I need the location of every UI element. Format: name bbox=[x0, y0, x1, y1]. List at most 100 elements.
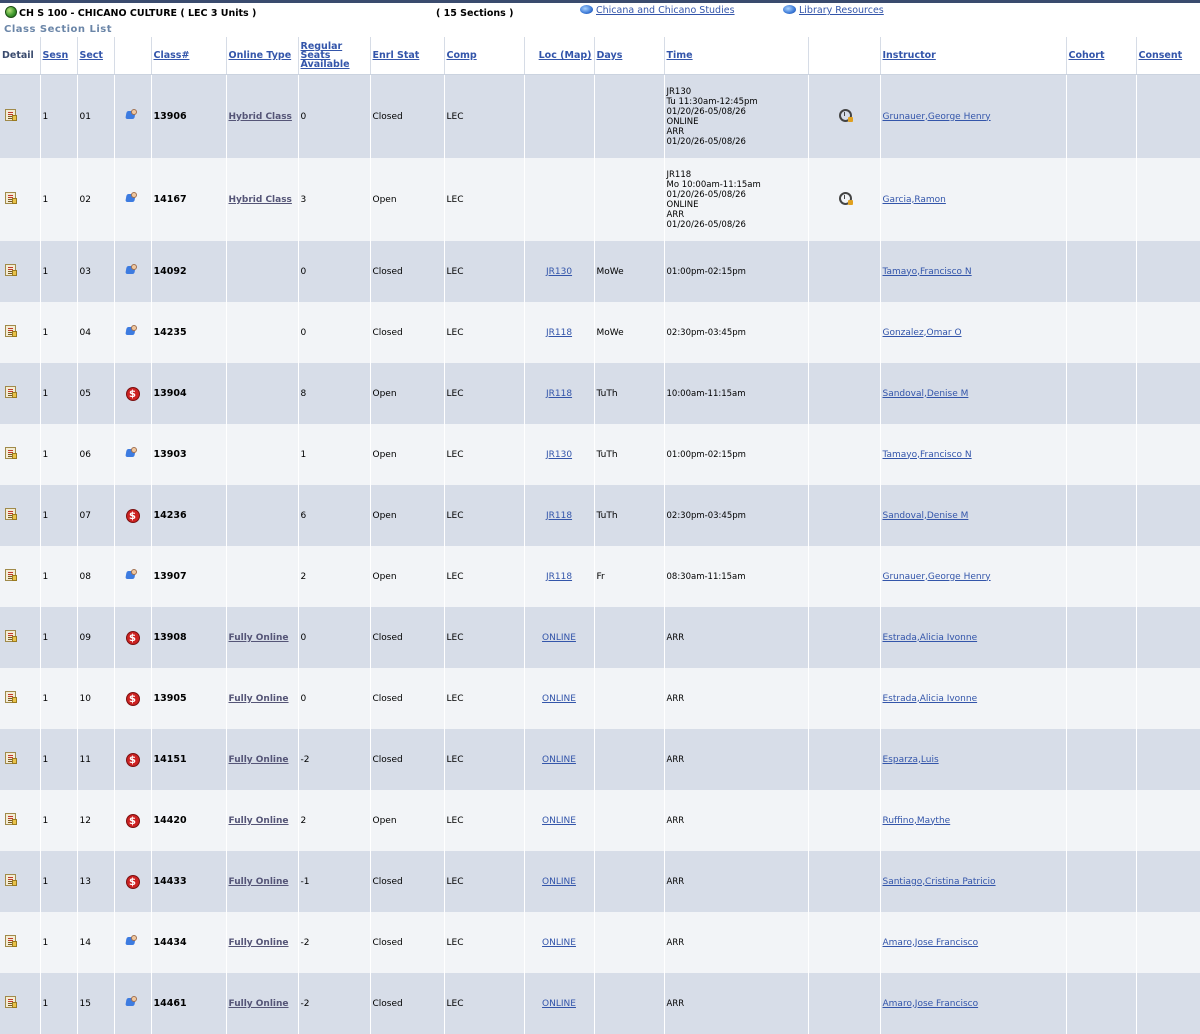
class-detail-icon[interactable] bbox=[5, 996, 17, 1008]
location-map-link[interactable]: ONLINE bbox=[542, 877, 576, 887]
class-detail-icon[interactable] bbox=[5, 691, 17, 703]
online-type-link[interactable]: Fully Online bbox=[229, 755, 289, 765]
location-map-link[interactable]: JR118 bbox=[546, 389, 572, 399]
detail-cell[interactable] bbox=[0, 790, 41, 851]
location-map-link[interactable]: JR130 bbox=[546, 450, 572, 460]
col-time-header[interactable]: Time bbox=[664, 37, 809, 75]
location-map-link[interactable]: ONLINE bbox=[542, 633, 576, 643]
sort-time-link[interactable]: Time bbox=[667, 50, 693, 61]
detail-cell[interactable] bbox=[0, 74, 41, 158]
instructor-link[interactable]: Amaro,Jose Francisco bbox=[883, 938, 979, 948]
online-type-link[interactable]: Hybrid Class bbox=[229, 112, 292, 122]
detail-cell[interactable] bbox=[0, 729, 41, 790]
instructor-link[interactable]: Sandoval,Denise M bbox=[883, 389, 969, 399]
sort-days-link[interactable]: Days bbox=[597, 50, 623, 61]
class-detail-icon[interactable] bbox=[5, 569, 17, 581]
table-row: 1 12 $14420 Fully Online 2 Open LEC ONLINE ARR Ru… bbox=[0, 790, 1200, 851]
detail-cell[interactable] bbox=[0, 546, 41, 607]
col-online-type-header[interactable]: Online Type bbox=[226, 37, 299, 75]
col-enrl-stat-header[interactable]: Enrl Stat bbox=[370, 37, 445, 75]
class-detail-icon[interactable] bbox=[5, 508, 17, 520]
detail-cell[interactable] bbox=[0, 607, 41, 668]
detail-cell[interactable] bbox=[0, 302, 41, 363]
location-map-link[interactable]: ONLINE bbox=[542, 694, 576, 704]
sort-seats-link[interactable]: Regular Seats Available bbox=[301, 41, 350, 70]
instructor-link[interactable]: Estrada,Alicia Ivonne bbox=[883, 633, 978, 643]
instructor-link[interactable]: Ruffino,Maythe bbox=[883, 816, 951, 826]
class-detail-icon[interactable] bbox=[5, 109, 17, 121]
sort-cohort-link[interactable]: Cohort bbox=[1069, 50, 1105, 61]
instructor-link[interactable]: Estrada,Alicia Ivonne bbox=[883, 694, 978, 704]
col-seats-header[interactable]: Regular Seats Available bbox=[298, 37, 371, 75]
class-detail-icon[interactable] bbox=[5, 874, 17, 886]
seats-cell: 1 bbox=[298, 424, 371, 485]
col-days-header[interactable]: Days bbox=[594, 37, 665, 75]
instructor-link[interactable]: Santiago,Cristina Patricio bbox=[883, 877, 996, 887]
cohort-cell bbox=[1066, 74, 1137, 158]
class-detail-icon[interactable] bbox=[5, 386, 17, 398]
comp-cell: LEC bbox=[444, 424, 525, 485]
class-detail-icon[interactable] bbox=[5, 935, 17, 947]
sort-online-type-link[interactable]: Online Type bbox=[229, 50, 292, 61]
detail-cell[interactable] bbox=[0, 241, 41, 302]
col-consent-header[interactable]: Consent bbox=[1136, 37, 1200, 75]
class-detail-icon[interactable] bbox=[5, 325, 17, 337]
sort-sesn-link[interactable]: Sesn bbox=[43, 50, 69, 61]
detail-cell[interactable] bbox=[0, 668, 41, 729]
col-classnum-header[interactable]: Class# bbox=[151, 37, 227, 75]
online-type-link[interactable]: Fully Online bbox=[229, 938, 289, 948]
location-map-link[interactable]: JR130 bbox=[546, 267, 572, 277]
instructor-link[interactable]: Sandoval,Denise M bbox=[883, 511, 969, 521]
col-sesn-header[interactable]: Sesn bbox=[40, 37, 78, 75]
sort-classnum-link[interactable]: Class# bbox=[154, 50, 190, 61]
col-loc-header[interactable]: Loc (Map) bbox=[524, 37, 595, 75]
class-detail-icon[interactable] bbox=[5, 752, 17, 764]
instructor-link[interactable]: Grunauer,George Henry bbox=[883, 112, 991, 122]
online-type-link[interactable]: Hybrid Class bbox=[229, 195, 292, 205]
col-sect-header[interactable]: Sect bbox=[77, 37, 115, 75]
location-map-link[interactable]: JR118 bbox=[546, 572, 572, 582]
online-type-link[interactable]: Fully Online bbox=[229, 633, 289, 643]
instructor-link[interactable]: Gonzalez,Omar O bbox=[883, 328, 962, 338]
sort-loc-link[interactable]: Loc (Map) bbox=[539, 50, 592, 61]
instructor-link[interactable]: Amaro,Jose Francisco bbox=[883, 999, 979, 1009]
instructor-link[interactable]: Tamayo,Francisco N bbox=[883, 450, 972, 460]
location-map-link[interactable]: ONLINE bbox=[542, 938, 576, 948]
col-instructor-header[interactable]: Instructor bbox=[880, 37, 1067, 75]
detail-cell[interactable] bbox=[0, 424, 41, 485]
class-detail-icon[interactable] bbox=[5, 630, 17, 642]
chicana-studies-link[interactable]: Chicana and Chicano Studies bbox=[580, 5, 735, 16]
sort-comp-link[interactable]: Comp bbox=[447, 50, 477, 61]
sort-sect-link[interactable]: Sect bbox=[80, 50, 103, 61]
col-comp-header[interactable]: Comp bbox=[444, 37, 525, 75]
instructor-link[interactable]: Tamayo,Francisco N bbox=[883, 267, 972, 277]
online-type-link[interactable]: Fully Online bbox=[229, 816, 289, 826]
instructor-link[interactable]: Garcia,Ramon bbox=[883, 195, 946, 205]
online-type-link[interactable]: Fully Online bbox=[229, 877, 289, 887]
online-type-link[interactable]: Fully Online bbox=[229, 694, 289, 704]
instructor-link[interactable]: Esparza,Luis bbox=[883, 755, 939, 765]
detail-cell[interactable] bbox=[0, 973, 41, 1034]
location-map-link[interactable]: ONLINE bbox=[542, 755, 576, 765]
sort-instructor-link[interactable]: Instructor bbox=[883, 50, 936, 61]
online-type-link[interactable]: Fully Online bbox=[229, 999, 289, 1009]
detail-cell[interactable] bbox=[0, 485, 41, 546]
sort-consent-link[interactable]: Consent bbox=[1139, 50, 1183, 61]
col-cohort-header[interactable]: Cohort bbox=[1066, 37, 1137, 75]
detail-cell[interactable] bbox=[0, 912, 41, 973]
location-map-link[interactable]: JR118 bbox=[546, 511, 572, 521]
sort-enrl-stat-link[interactable]: Enrl Stat bbox=[373, 50, 420, 61]
class-detail-icon[interactable] bbox=[5, 813, 17, 825]
class-detail-icon[interactable] bbox=[5, 264, 17, 276]
class-detail-icon[interactable] bbox=[5, 192, 17, 204]
location-map-link[interactable]: ONLINE bbox=[542, 999, 576, 1009]
location-map-link[interactable]: ONLINE bbox=[542, 816, 576, 826]
library-resources-link[interactable]: Library Resources bbox=[783, 5, 884, 16]
detail-cell[interactable] bbox=[0, 363, 41, 424]
detail-cell[interactable] bbox=[0, 851, 41, 912]
instructor-link[interactable]: Grunauer,George Henry bbox=[883, 572, 991, 582]
detail-cell[interactable] bbox=[0, 158, 41, 241]
location-map-link[interactable]: JR118 bbox=[546, 328, 572, 338]
class-detail-icon[interactable] bbox=[5, 447, 17, 459]
time-cell: JR130 Tu 11:30am-12:45pm 01/20/26-05/08/… bbox=[664, 74, 809, 158]
